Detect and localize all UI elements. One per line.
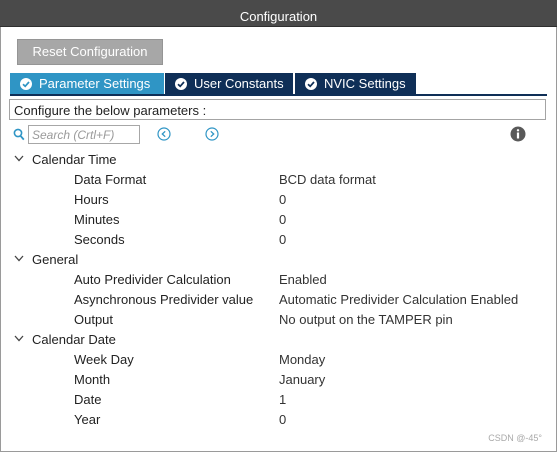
parameter-name: Minutes bbox=[74, 212, 120, 227]
tab-label: NVIC Settings bbox=[324, 76, 406, 91]
parameter-value[interactable]: 0 bbox=[279, 232, 286, 247]
chevron-down-icon[interactable] bbox=[14, 255, 24, 262]
window-titlebar: Configuration bbox=[0, 0, 557, 27]
parameter-name: Auto Predivider Calculation bbox=[74, 272, 231, 287]
parameter-name: Date bbox=[74, 392, 102, 407]
watermark: CSDN @-45° bbox=[488, 433, 542, 443]
parameter-row[interactable]: Date 1 bbox=[1, 389, 557, 409]
parameter-value[interactable]: January bbox=[279, 372, 325, 387]
parameter-row[interactable]: Hours 0 bbox=[1, 189, 557, 209]
tab-parameter-settings[interactable]: Parameter Settings bbox=[10, 73, 164, 95]
tab-label: Parameter Settings bbox=[39, 76, 151, 91]
check-circle-icon bbox=[305, 78, 317, 90]
parameter-row[interactable]: Minutes 0 bbox=[1, 209, 557, 229]
parameter-value[interactable]: BCD data format bbox=[279, 172, 376, 187]
parameter-row[interactable]: Output No output on the TAMPER pin bbox=[1, 309, 557, 329]
parameter-name: Seconds bbox=[74, 232, 125, 247]
tab-nvic-settings[interactable]: NVIC Settings bbox=[295, 73, 416, 95]
group-label: General bbox=[32, 252, 79, 267]
parameter-row[interactable]: Asynchronous Predivider value Automatic … bbox=[1, 289, 557, 309]
tab-label: User Constants bbox=[194, 76, 284, 91]
configuration-panel: Reset Configuration Parameter Settings U… bbox=[0, 27, 557, 452]
parameter-name: Year bbox=[74, 412, 101, 427]
parameter-value[interactable]: 0 bbox=[279, 412, 286, 427]
group-label: Calendar Date bbox=[32, 332, 116, 347]
parameter-name: Asynchronous Predivider value bbox=[74, 292, 254, 307]
parameter-name: Week Day bbox=[74, 352, 134, 367]
search-row bbox=[13, 125, 548, 145]
parameter-row[interactable]: Auto Predivider Calculation Enabled bbox=[1, 269, 557, 289]
parameter-value[interactable]: 0 bbox=[279, 212, 286, 227]
previous-result-icon[interactable] bbox=[157, 127, 171, 141]
tab-user-constants[interactable]: User Constants bbox=[165, 73, 293, 95]
parameter-value[interactable]: 1 bbox=[279, 392, 286, 407]
parameter-name: Hours bbox=[74, 192, 109, 207]
parameter-value[interactable]: Monday bbox=[279, 352, 325, 367]
chevron-down-icon[interactable] bbox=[14, 335, 24, 342]
info-icon[interactable] bbox=[510, 126, 526, 142]
check-circle-icon bbox=[20, 78, 32, 90]
parameter-value[interactable]: 0 bbox=[279, 192, 286, 207]
tab-underline bbox=[10, 94, 547, 96]
parameter-row[interactable]: Month January bbox=[1, 369, 557, 389]
parameter-row[interactable]: Year 0 bbox=[1, 409, 557, 429]
window-title: Configuration bbox=[239, 9, 318, 24]
chevron-down-icon[interactable] bbox=[14, 155, 24, 162]
group-calendar-date[interactable]: Calendar Date bbox=[1, 329, 557, 349]
parameter-row[interactable]: Seconds 0 bbox=[1, 229, 557, 249]
search-input[interactable] bbox=[28, 125, 140, 144]
group-label: Calendar Time bbox=[32, 152, 117, 167]
parameter-value[interactable]: Automatic Predivider Calculation Enabled bbox=[279, 292, 518, 307]
parameter-name: Output bbox=[74, 312, 114, 327]
parameter-row[interactable]: Data Format BCD data format bbox=[1, 169, 557, 189]
parameter-value[interactable]: No output on the TAMPER pin bbox=[279, 312, 453, 327]
group-general[interactable]: General bbox=[1, 249, 557, 269]
check-circle-icon bbox=[175, 78, 187, 90]
parameter-name: Data Format bbox=[74, 172, 147, 187]
parameter-value[interactable]: Enabled bbox=[279, 272, 327, 287]
description-text: Configure the below parameters : bbox=[14, 103, 207, 118]
next-result-icon[interactable] bbox=[205, 127, 219, 141]
reset-configuration-button[interactable]: Reset Configuration bbox=[17, 39, 163, 65]
configuration-description: Configure the below parameters : bbox=[9, 99, 546, 120]
parameter-name: Month bbox=[74, 372, 111, 387]
search-icon bbox=[13, 128, 25, 141]
parameter-row[interactable]: Week Day Monday bbox=[1, 349, 557, 369]
group-calendar-time[interactable]: Calendar Time bbox=[1, 149, 557, 169]
